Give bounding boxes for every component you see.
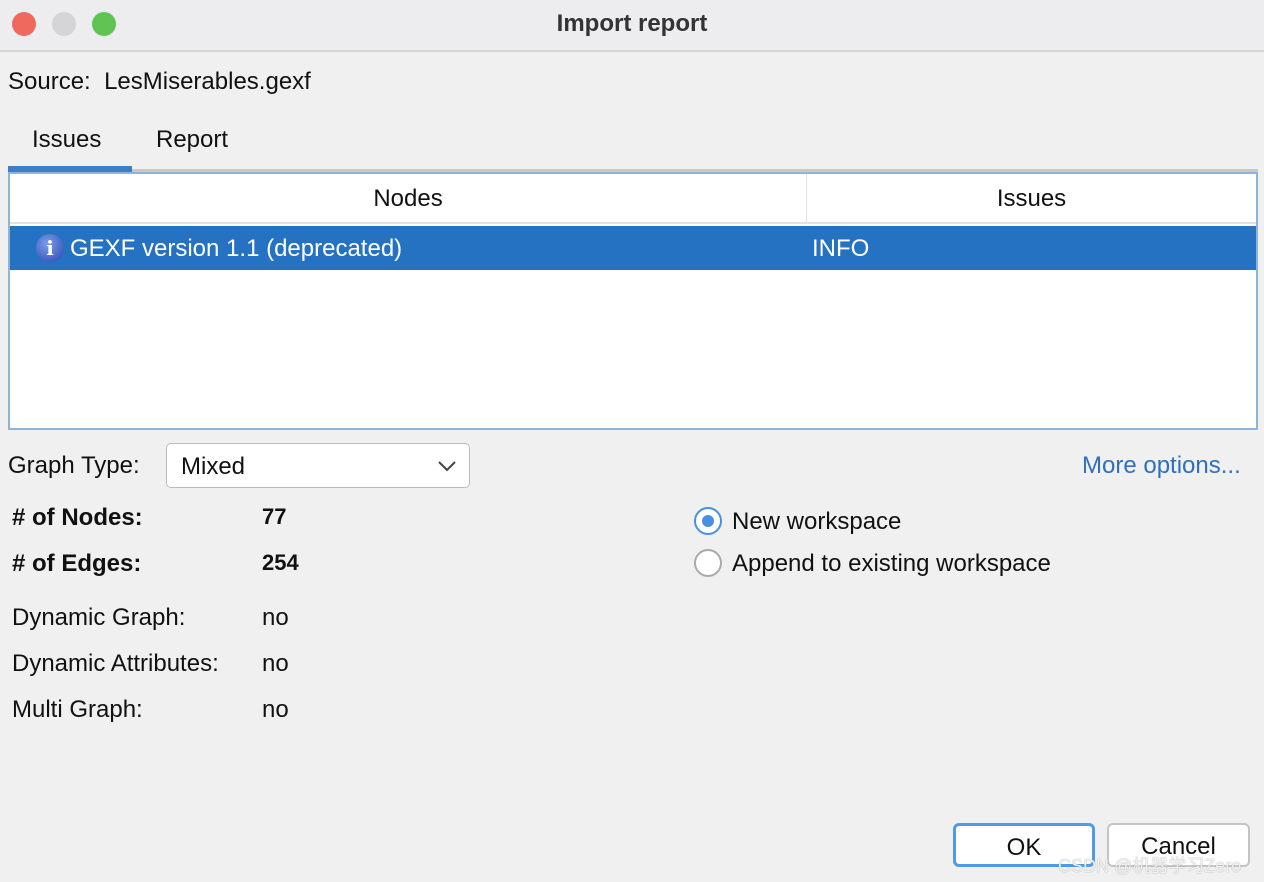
edges-label: # of Edges: bbox=[12, 550, 142, 577]
table-row[interactable]: i GEXF version 1.1 (deprecated) INFO bbox=[10, 226, 1256, 270]
dynamic-attributes-value: no bbox=[262, 650, 289, 677]
title-bar: Import report bbox=[0, 0, 1264, 52]
issue-message: GEXF version 1.1 (deprecated) bbox=[70, 235, 403, 262]
chevron-down-icon bbox=[438, 461, 456, 472]
more-options-link[interactable]: More options... bbox=[1082, 452, 1241, 480]
window-title: Import report bbox=[556, 10, 708, 37]
new-workspace-radio[interactable] bbox=[694, 507, 722, 535]
dynamic-graph-label: Dynamic Graph: bbox=[12, 604, 186, 631]
tab-issues[interactable]: Issues bbox=[32, 126, 101, 154]
append-workspace-radio[interactable] bbox=[694, 549, 722, 577]
graph-type-label: Graph Type: bbox=[8, 452, 140, 479]
graph-type-select[interactable]: Mixed bbox=[166, 443, 470, 488]
source-label: Source: bbox=[8, 68, 91, 95]
watermark: CSDN @机器学习Zero bbox=[1058, 856, 1242, 876]
issue-level: INFO bbox=[812, 235, 870, 262]
new-workspace-label[interactable]: New workspace bbox=[732, 508, 901, 536]
source-value: LesMiserables.gexf bbox=[104, 68, 311, 95]
source-row: Source: LesMiserables.gexf bbox=[8, 68, 311, 96]
multi-graph-label: Multi Graph: bbox=[12, 696, 143, 723]
edges-value: 254 bbox=[262, 550, 299, 575]
info-icon: i bbox=[36, 234, 64, 262]
dynamic-graph-value: no bbox=[262, 604, 289, 631]
nodes-value: 77 bbox=[262, 504, 287, 529]
column-header-issues[interactable]: Issues bbox=[807, 174, 1256, 224]
nodes-label: # of Nodes: bbox=[12, 504, 143, 531]
multi-graph-value: no bbox=[262, 696, 289, 723]
dynamic-attributes-label: Dynamic Attributes: bbox=[12, 650, 219, 677]
issues-table: Nodes Issues i GEXF version 1.1 (depreca… bbox=[8, 172, 1258, 430]
append-workspace-label[interactable]: Append to existing workspace bbox=[732, 550, 1051, 578]
graph-type-value: Mixed bbox=[181, 453, 246, 480]
tab-report[interactable]: Report bbox=[156, 126, 228, 154]
column-header-nodes[interactable]: Nodes bbox=[10, 174, 807, 224]
